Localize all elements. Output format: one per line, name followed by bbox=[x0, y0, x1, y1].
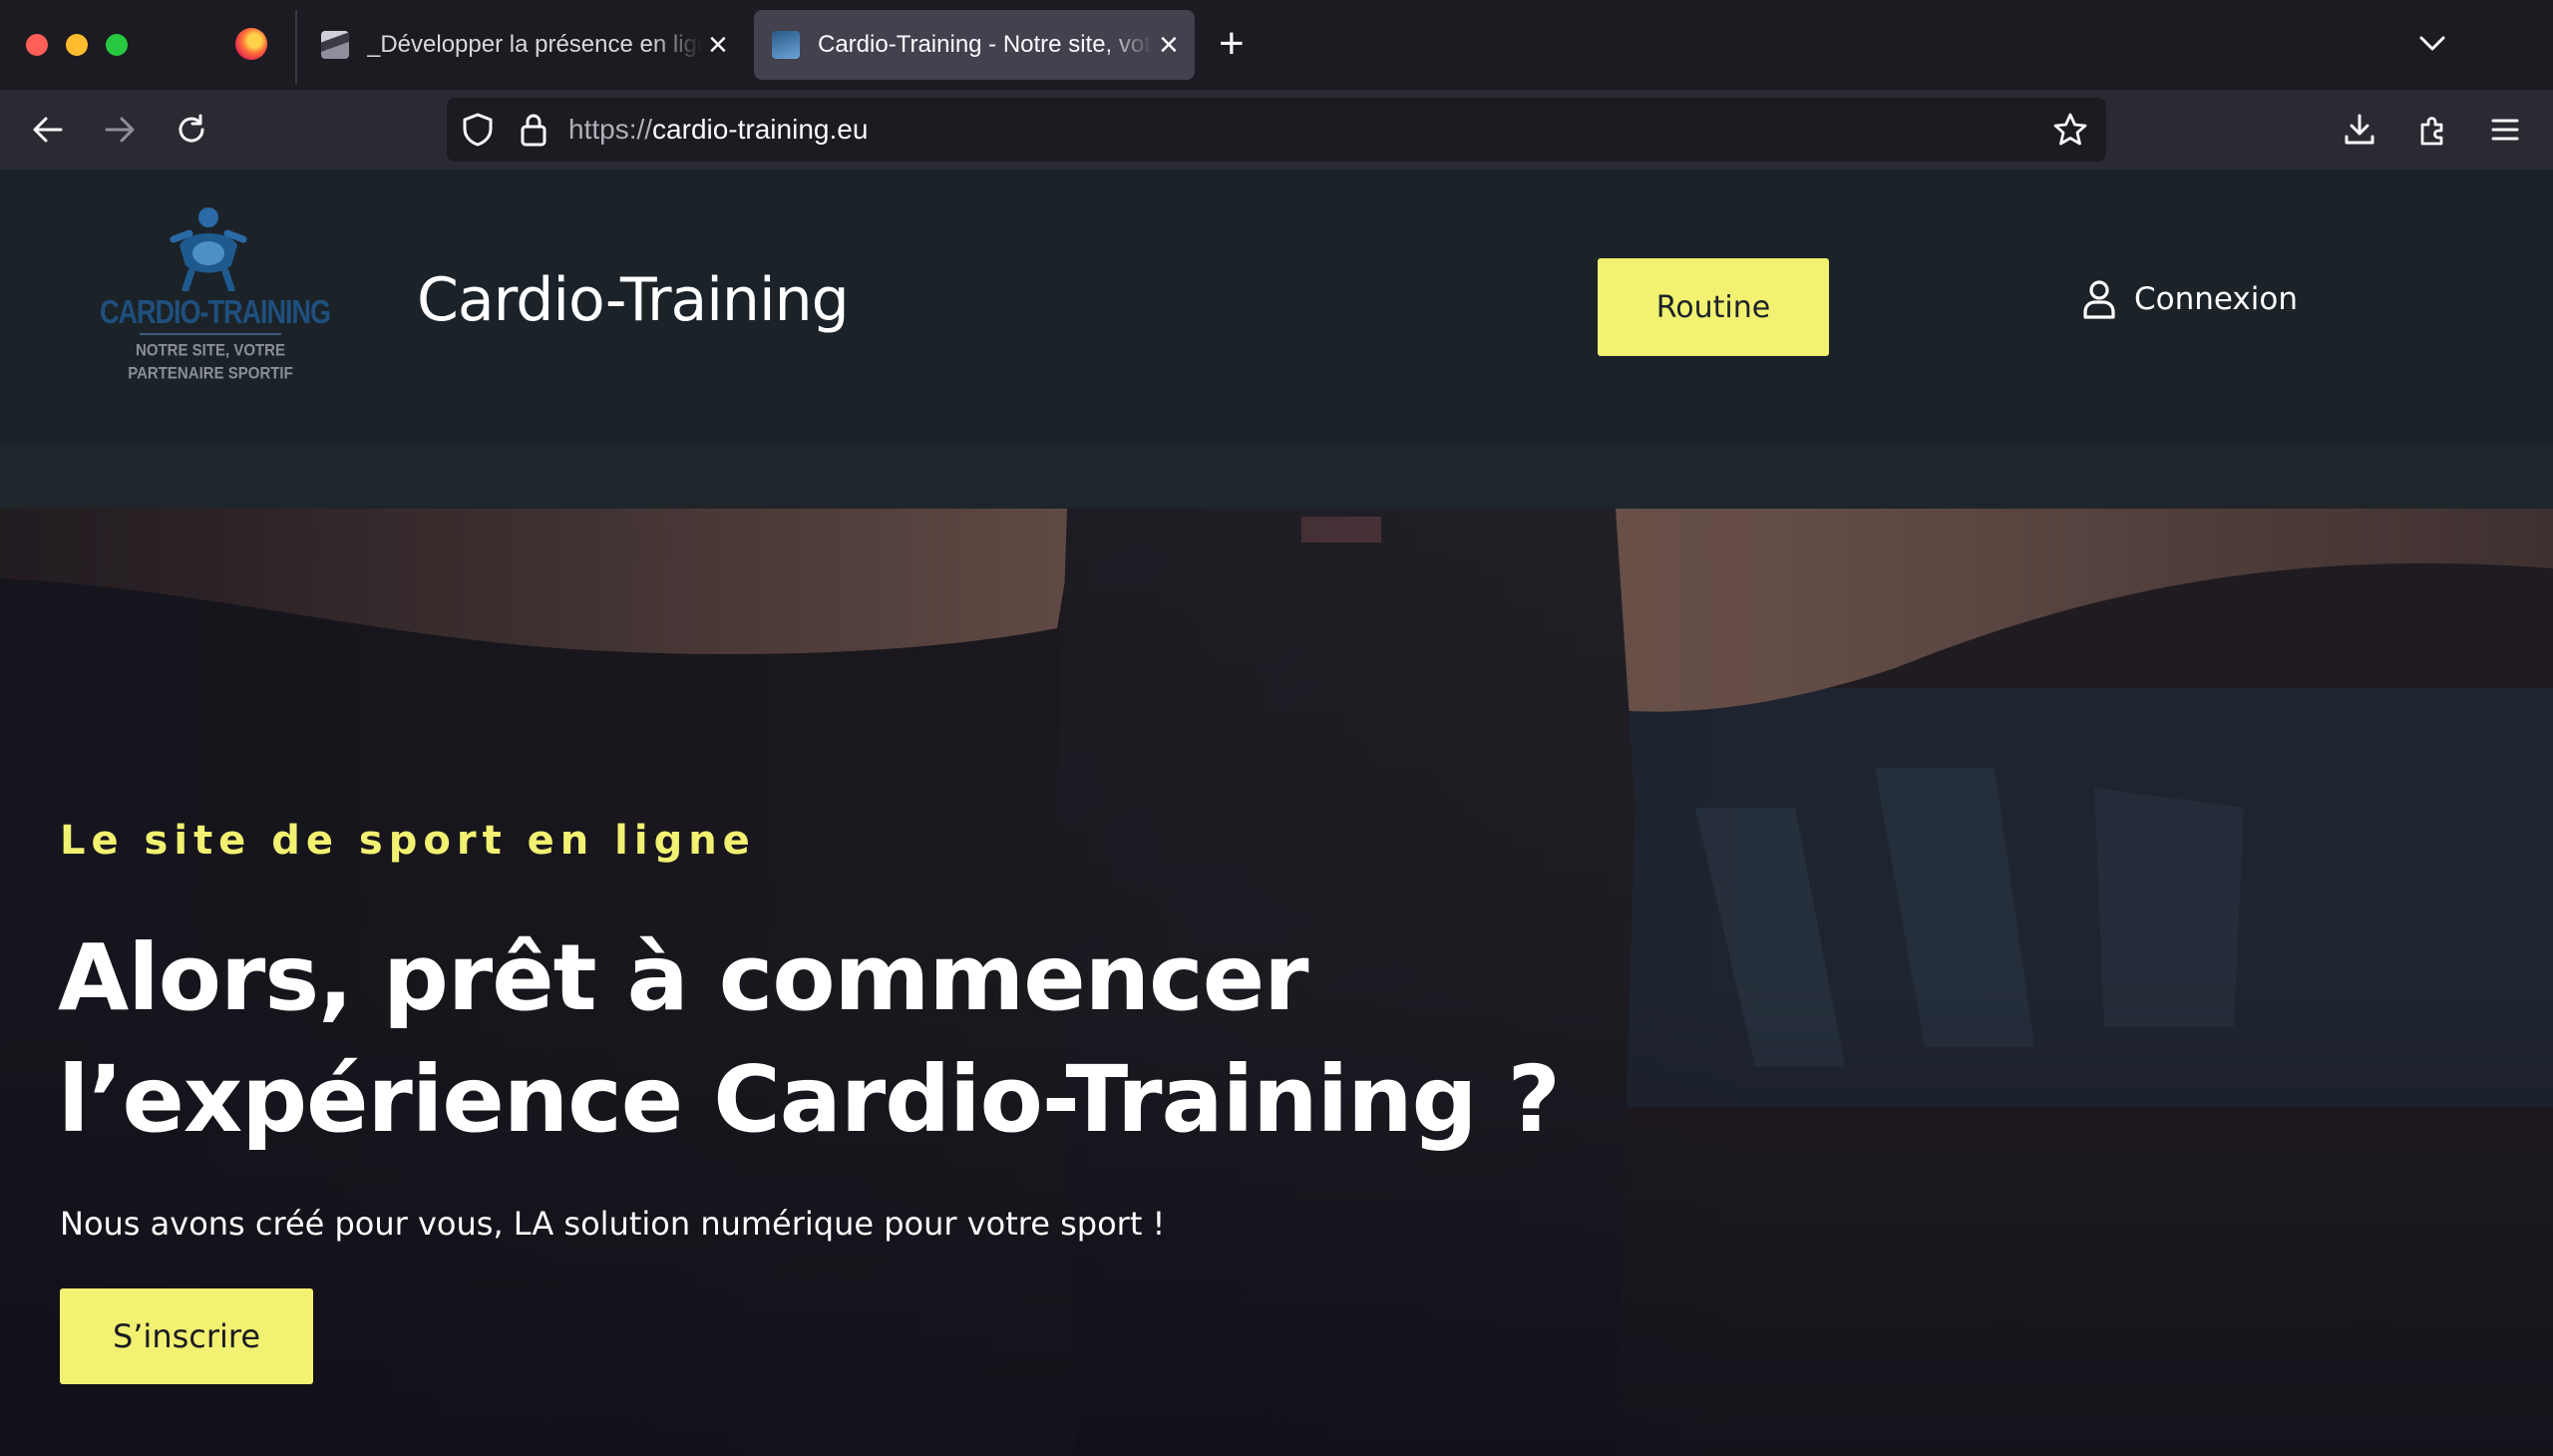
site-header: CARDIO-TRAINING NOTRE SITE, VOTRE PARTEN… bbox=[0, 170, 2553, 445]
shield-icon[interactable] bbox=[461, 112, 495, 148]
new-tab-plus-icon[interactable]: + bbox=[1219, 22, 1245, 66]
browser-navigation-toolbar: https://cardio-training.eu bbox=[0, 90, 2553, 170]
hero-subtitle: Nous avons créé pour vous, LA solution n… bbox=[60, 1205, 1166, 1243]
hamburger-icon bbox=[2491, 119, 2519, 141]
user-icon bbox=[2083, 280, 2115, 319]
browser-tab-bar: _Développer la présence en ligne × Cardi… bbox=[0, 0, 2553, 90]
hero-section: Le site de sport en ligne Alors, prêt à … bbox=[0, 509, 2553, 1456]
forward-button[interactable] bbox=[92, 102, 148, 158]
url-scheme: https:// bbox=[568, 114, 653, 145]
back-button[interactable] bbox=[20, 102, 76, 158]
tab-title: Cardio-Training - Notre site, votre part… bbox=[818, 31, 1153, 58]
lock-icon[interactable] bbox=[519, 112, 548, 148]
reload-button[interactable] bbox=[164, 102, 219, 158]
tab-favicon-icon bbox=[321, 31, 349, 59]
connexion-label: Connexion bbox=[2134, 281, 2299, 317]
window-minimize-button[interactable] bbox=[66, 34, 88, 56]
arrow-right-icon bbox=[105, 117, 135, 143]
tab-divider bbox=[295, 10, 297, 84]
url-host: cardio-training.eu bbox=[652, 114, 869, 145]
signup-button[interactable]: S’inscrire bbox=[60, 1288, 313, 1384]
chevron-down-icon[interactable] bbox=[2417, 28, 2447, 58]
firefox-logo-icon[interactable] bbox=[235, 28, 267, 60]
download-icon bbox=[2345, 114, 2374, 145]
logo-divider bbox=[140, 333, 281, 335]
hero-heading: Alors, prêt à commencer l’expérience Car… bbox=[58, 924, 1561, 1153]
app-menu-button[interactable] bbox=[2477, 102, 2533, 158]
close-icon[interactable]: × bbox=[1159, 28, 1179, 62]
url-text[interactable]: https://cardio-training.eu bbox=[568, 114, 868, 146]
close-icon[interactable]: × bbox=[708, 28, 728, 62]
logo-wordmark: CARDIO-TRAINING bbox=[100, 293, 331, 331]
site-title[interactable]: Cardio-Training bbox=[417, 265, 850, 335]
header-spacer-band bbox=[0, 445, 2553, 509]
browser-tab-1[interactable]: _Développer la présence en ligne × bbox=[309, 10, 748, 80]
tab-favicon-icon bbox=[772, 31, 800, 59]
window-close-button[interactable] bbox=[26, 34, 48, 56]
reload-icon bbox=[179, 114, 204, 143]
downloads-button[interactable] bbox=[2332, 102, 2387, 158]
site-logo[interactable]: CARDIO-TRAINING NOTRE SITE, VOTRE PARTEN… bbox=[100, 205, 331, 391]
star-icon[interactable] bbox=[2052, 112, 2088, 148]
window-maximize-button[interactable] bbox=[106, 34, 128, 56]
browser-tab-2-active[interactable]: Cardio-Training - Notre site, votre part… bbox=[754, 10, 1195, 80]
arrow-left-icon bbox=[33, 117, 63, 143]
connexion-link[interactable]: Connexion bbox=[2082, 279, 2298, 319]
routine-button[interactable]: Routine bbox=[1598, 258, 1829, 356]
address-bar[interactable]: https://cardio-training.eu bbox=[447, 98, 2106, 162]
athlete-emblem-icon bbox=[170, 207, 247, 291]
web-page-viewport: CARDIO-TRAINING NOTRE SITE, VOTRE PARTEN… bbox=[0, 170, 2553, 1456]
puzzle-icon bbox=[2420, 117, 2443, 146]
tab-title: _Développer la présence en ligne bbox=[367, 31, 702, 58]
logo-tagline: NOTRE SITE, VOTRE PARTENAIRE SPORTIF bbox=[128, 341, 293, 383]
extensions-button[interactable] bbox=[2405, 102, 2461, 158]
hero-kicker: Le site de sport en ligne bbox=[60, 818, 756, 864]
